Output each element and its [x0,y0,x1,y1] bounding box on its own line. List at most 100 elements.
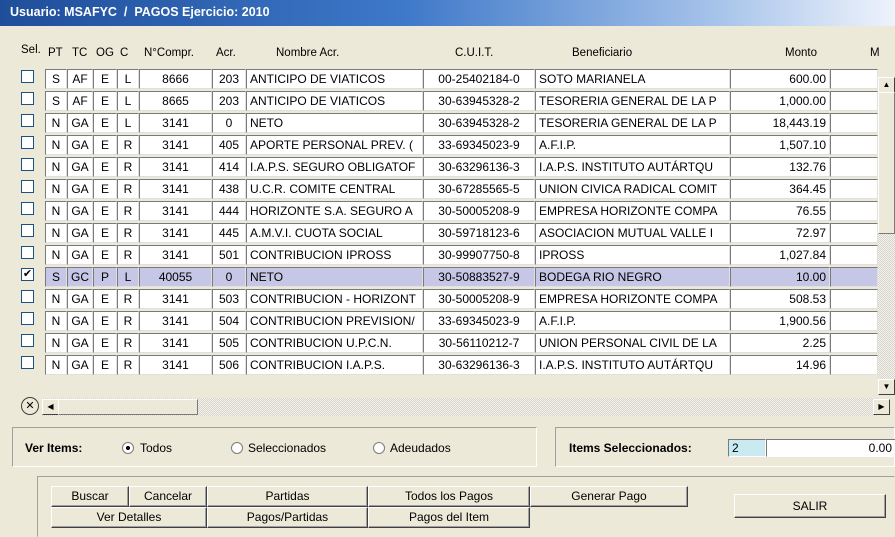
todos-los-pagos-button[interactable]: Todos los Pagos [368,486,530,507]
cell-c[interactable]: R [117,201,139,221]
cell-c[interactable]: R [117,311,139,331]
cell-monto[interactable]: 1,000.00 [730,91,830,111]
cell-c[interactable]: L [117,91,139,111]
row-checkbox[interactable] [21,290,34,303]
cell-cuit[interactable]: 30-50005208-9 [423,289,535,309]
cell-acr[interactable]: 203 [212,91,246,111]
pagos-partidas-button[interactable]: Pagos/Partidas [207,507,368,528]
row-checkbox[interactable] [21,202,34,215]
cell-pt[interactable]: N [45,179,67,199]
cell-pt[interactable]: N [45,311,67,331]
cell-pt[interactable]: N [45,157,67,177]
cell-monto[interactable]: 76.55 [730,201,830,221]
cell-pt[interactable]: S [45,267,67,287]
cell-cuit[interactable]: 30-59718123-6 [423,223,535,243]
table-row[interactable]: S AF E L 8666 203 ANTICIPO DE VIATICOS 00-25402… [0,68,895,90]
table-row[interactable]: N GA E R 3141 414 I.A.P.S. SEGURO OBLIGATOF 30-… [0,156,895,178]
cell-c[interactable]: L [117,69,139,89]
cell-pt[interactable]: N [45,201,67,221]
cell-nombre[interactable]: NETO [246,267,423,287]
header-tc[interactable]: TC [72,47,87,59]
radio-seleccionados-label[interactable]: Seleccionados [248,441,326,455]
cell-tc[interactable]: GA [67,289,93,309]
cancelar-button[interactable]: Cancelar [129,486,207,507]
row-checkbox[interactable]: ✔ [21,268,34,281]
cell-og[interactable]: E [93,69,117,89]
cell-cuit[interactable]: 30-99907750-8 [423,245,535,265]
cell-nombre[interactable]: HORIZONTE S.A. SEGURO A [246,201,423,221]
cell-c[interactable]: R [117,135,139,155]
cell-og[interactable]: P [93,267,117,287]
cell-nombre[interactable]: U.C.R. COMITE CENTRAL [246,179,423,199]
cell-nombre[interactable]: ANTICIPO DE VIATICOS [246,69,423,89]
cell-pt[interactable]: S [45,91,67,111]
cell-acr[interactable]: 501 [212,245,246,265]
header-pt[interactable]: PT [48,47,63,59]
cell-benef[interactable]: TESORERIA GENERAL DE LA P [535,113,730,133]
row-checkbox[interactable] [21,70,34,83]
cell-nombre[interactable]: CONTRIBUCION U.P.C.N. [246,333,423,353]
clear-filter-icon[interactable]: ✕ [21,397,39,415]
header-sel[interactable]: Sel. [21,44,41,56]
cell-compr[interactable]: 8666 [139,69,212,89]
table-row[interactable]: N GA E R 3141 438 U.C.R. COMITE CENTRAL 30-6728… [0,178,895,200]
cell-monto[interactable]: 1,507.10 [730,135,830,155]
cell-compr[interactable]: 3141 [139,289,212,309]
header-beneficiario[interactable]: Beneficiario [572,47,632,59]
row-checkbox[interactable] [21,136,34,149]
cell-cuit[interactable]: 30-50883527-9 [423,267,535,287]
cell-monto[interactable]: 72.97 [730,223,830,243]
cell-monto[interactable]: 10.00 [730,267,830,287]
cell-monto[interactable]: 14.96 [730,355,830,375]
radio-adeudados[interactable] [373,442,385,454]
cell-c[interactable]: R [117,333,139,353]
row-checkbox[interactable] [21,92,34,105]
cell-acr[interactable]: 505 [212,333,246,353]
header-compr[interactable]: N°Compr. [144,47,194,59]
cell-nombre[interactable]: CONTRIBUCION IPROSS [246,245,423,265]
cell-tc[interactable]: GA [67,201,93,221]
cell-acr[interactable]: 504 [212,311,246,331]
cell-pt[interactable]: N [45,113,67,133]
cell-benef[interactable]: I.A.P.S. INSTITUTO AUTÁRTQU [535,355,730,375]
cell-extra[interactable] [830,267,878,287]
cell-acr[interactable]: 444 [212,201,246,221]
arrow-up-icon[interactable]: ▲ [878,77,895,93]
table-row[interactable]: N GA E R 3141 504 CONTRIBUCION PREVISION/33-69… [0,310,895,332]
cell-cuit[interactable]: 33-69345023-9 [423,135,535,155]
header-c[interactable]: C [120,47,128,59]
cell-tc[interactable]: GC [67,267,93,287]
cell-benef[interactable]: SOTO MARIANELA [535,69,730,89]
cell-nombre[interactable]: ANTICIPO DE VIATICOS [246,91,423,111]
cell-c[interactable]: R [117,355,139,375]
cell-extra[interactable] [830,179,878,199]
buscar-button[interactable]: Buscar [51,486,129,507]
table-row[interactable]: ✔ S GC P L 40055 0 NETO 30-50883527-9 BODEGA RIO… [0,266,895,288]
cell-og[interactable]: E [93,113,117,133]
header-acr[interactable]: Acr. [216,47,236,59]
cell-c[interactable]: R [117,289,139,309]
cell-monto[interactable]: 2.25 [730,333,830,353]
cell-nombre[interactable]: A.M.V.I. CUOTA SOCIAL [246,223,423,243]
cell-cuit[interactable]: 30-63296136-3 [423,355,535,375]
cell-benef[interactable]: UNION CIVICA RADICAL COMIT [535,179,730,199]
cell-nombre[interactable]: CONTRIBUCION I.A.P.S. [246,355,423,375]
cell-extra[interactable] [830,311,878,331]
cell-compr[interactable]: 3141 [139,333,212,353]
cell-benef[interactable]: A.F.I.P. [535,135,730,155]
cell-compr[interactable]: 3141 [139,179,212,199]
cell-og[interactable]: E [93,91,117,111]
cell-acr[interactable]: 503 [212,289,246,309]
cell-acr[interactable]: 0 [212,267,246,287]
cell-compr[interactable]: 8665 [139,91,212,111]
cell-compr[interactable]: 3141 [139,135,212,155]
cell-acr[interactable]: 438 [212,179,246,199]
cell-monto[interactable]: 1,027.84 [730,245,830,265]
table-row[interactable]: S AF E L 8665 203 ANTICIPO DE VIATICOS 30-63945… [0,90,895,112]
cell-extra[interactable] [830,157,878,177]
cell-cuit[interactable]: 00-25402184-0 [423,69,535,89]
cell-extra[interactable] [830,223,878,243]
cell-cuit[interactable]: 30-67285565-5 [423,179,535,199]
pagos-del-item-button[interactable]: Pagos del Item [368,507,530,528]
cell-benef[interactable]: I.A.P.S. INSTITUTO AUTÁRTQU [535,157,730,177]
